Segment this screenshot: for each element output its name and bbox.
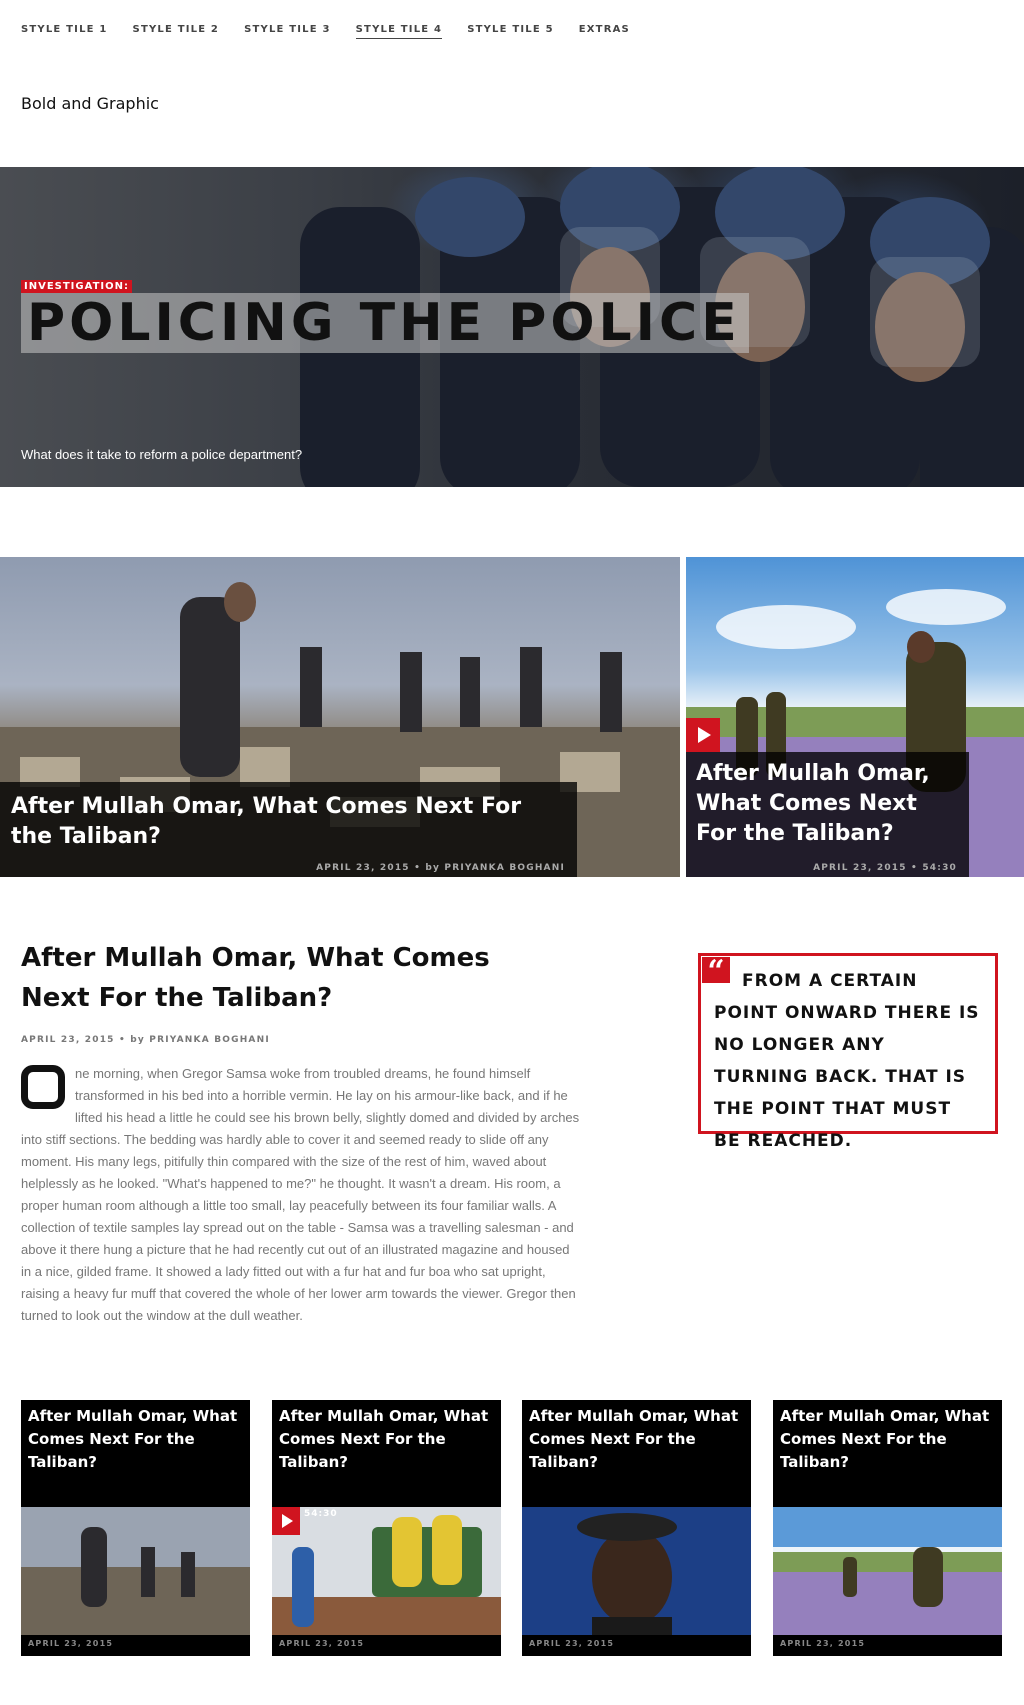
related-card-title[interactable]: After Mullah Omar, What Comes Next For t… xyxy=(279,1405,489,1474)
related-card[interactable]: After Mullah Omar, What Comes Next For t… xyxy=(773,1400,1002,1656)
related-card-title[interactable]: After Mullah Omar, What Comes Next For t… xyxy=(780,1405,990,1474)
feature-video-title[interactable]: After Mullah Omar, What Comes Next For t… xyxy=(696,759,956,849)
related-card-photo xyxy=(21,1507,250,1635)
feature-card-meta: APRIL 23, 2015 • by PRIYANKA BOGHANI xyxy=(316,863,565,873)
related-card-meta: APRIL 23, 2015 xyxy=(529,1639,615,1648)
article-body-text: ne morning, when Gregor Samsa woke from … xyxy=(21,1066,580,1323)
hero-subtitle: What does it take to reform a police dep… xyxy=(21,447,303,462)
feature-card-caption: After Mullah Omar, What Comes Next For t… xyxy=(0,782,577,877)
pull-quote: “ FROM A CERTAIN POINT ONWARD THERE IS N… xyxy=(698,953,998,1151)
article-meta: APRIL 23, 2015 • by PRIYANKA BOGHANI xyxy=(21,1035,270,1045)
related-card-photo xyxy=(773,1507,1002,1635)
nav-extras[interactable]: EXTRAS xyxy=(579,22,630,39)
related-card-title[interactable]: After Mullah Omar, What Comes Next For t… xyxy=(28,1405,238,1474)
pull-quote-text: FROM A CERTAIN POINT ONWARD THERE IS NO … xyxy=(714,971,980,1151)
related-card-meta: APRIL 23, 2015 xyxy=(279,1639,365,1648)
feature-video-caption: After Mullah Omar, What Comes Next For t… xyxy=(686,752,969,877)
nav-style-tile-4[interactable]: STYLE TILE 4 xyxy=(355,22,443,39)
nav-style-tile-5[interactable]: STYLE TILE 5 xyxy=(467,22,554,39)
feature-card-video[interactable]: After Mullah Omar, What Comes Next For t… xyxy=(686,557,1024,877)
feature-card-title[interactable]: After Mullah Omar, What Comes Next For t… xyxy=(11,792,531,852)
feature-video-meta: APRIL 23, 2015 • 54:30 xyxy=(813,863,957,873)
related-cards-grid: After Mullah Omar, What Comes Next For t… xyxy=(0,1400,1024,1656)
related-card-photo xyxy=(272,1507,501,1635)
related-card-photo xyxy=(522,1507,751,1635)
style-tile-nav: STYLE TILE 1 STYLE TILE 2 STYLE TILE 3 S… xyxy=(21,22,655,39)
video-duration: 54:30 xyxy=(304,1509,338,1519)
nav-style-tile-3[interactable]: STYLE TILE 3 xyxy=(244,22,331,39)
related-card-meta: APRIL 23, 2015 xyxy=(780,1639,866,1648)
hero-headline[interactable]: POLICING THE POLICE xyxy=(21,293,749,353)
hero-banner[interactable]: INVESTIGATION: POLICING THE POLICE What … xyxy=(0,167,1024,487)
related-card[interactable]: After Mullah Omar, What Comes Next For t… xyxy=(21,1400,250,1656)
feature-card-large[interactable]: After Mullah Omar, What Comes Next For t… xyxy=(0,557,680,877)
hero-category-tag: INVESTIGATION: xyxy=(21,280,132,293)
drop-cap: O xyxy=(21,1065,65,1109)
nav-style-tile-2[interactable]: STYLE TILE 2 xyxy=(133,22,220,39)
related-card-title[interactable]: After Mullah Omar, What Comes Next For t… xyxy=(529,1405,739,1474)
tile-title: Bold and Graphic xyxy=(21,94,159,113)
play-icon[interactable] xyxy=(272,1507,300,1535)
related-card[interactable]: After Mullah Omar, What Comes Next For t… xyxy=(272,1400,501,1656)
play-icon[interactable] xyxy=(686,718,720,752)
article-body: O ne morning, when Gregor Samsa woke fro… xyxy=(21,1063,583,1327)
related-card[interactable]: After Mullah Omar, What Comes Next For t… xyxy=(522,1400,751,1656)
related-card-meta: APRIL 23, 2015 xyxy=(28,1639,114,1648)
article-title: After Mullah Omar, What Comes Next For t… xyxy=(21,943,490,1013)
nav-style-tile-1[interactable]: STYLE TILE 1 xyxy=(21,22,108,39)
